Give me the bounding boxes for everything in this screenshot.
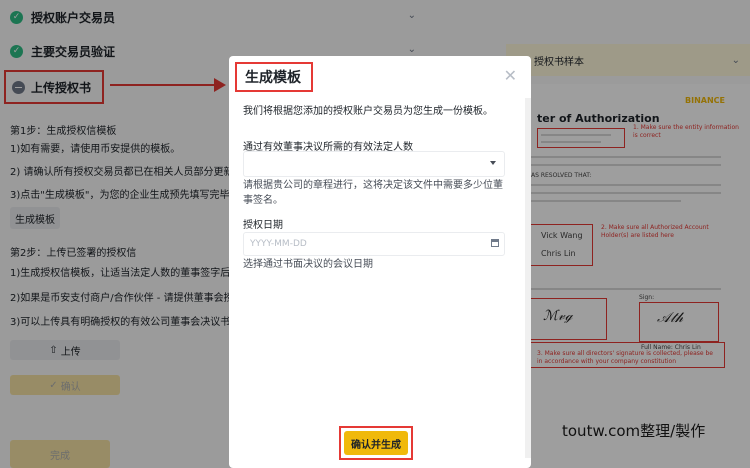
directors-help: 请根据贵公司的章程进行，这将决定该文件中需要多少位董事签名。 bbox=[243, 180, 503, 206]
caret-down-icon bbox=[490, 161, 496, 165]
modal-title: 生成模板 bbox=[235, 62, 313, 92]
directors-select[interactable] bbox=[243, 151, 505, 177]
watermark-text: toutw.com整理/製作 bbox=[562, 422, 706, 440]
generate-template-modal: 生成模板 ✕ 我们将根据您添加的授权账户交易员为您生成一份模板。 通过有效董事决… bbox=[229, 56, 531, 468]
date-label: 授权日期 bbox=[243, 220, 283, 231]
calendar-icon[interactable] bbox=[491, 239, 499, 247]
modal-scrollbar[interactable] bbox=[525, 98, 531, 458]
confirm-generate-button[interactable]: 确认并生成 bbox=[344, 431, 408, 455]
close-icon[interactable]: ✕ bbox=[504, 66, 517, 85]
date-help: 选择通过书面决议的会议日期 bbox=[243, 259, 373, 270]
confirm-generate-highlight: 确认并生成 bbox=[339, 426, 413, 460]
modal-description: 我们将根据您添加的授权账户交易员为您生成一份模板。 bbox=[243, 106, 493, 117]
date-input[interactable] bbox=[243, 232, 505, 256]
